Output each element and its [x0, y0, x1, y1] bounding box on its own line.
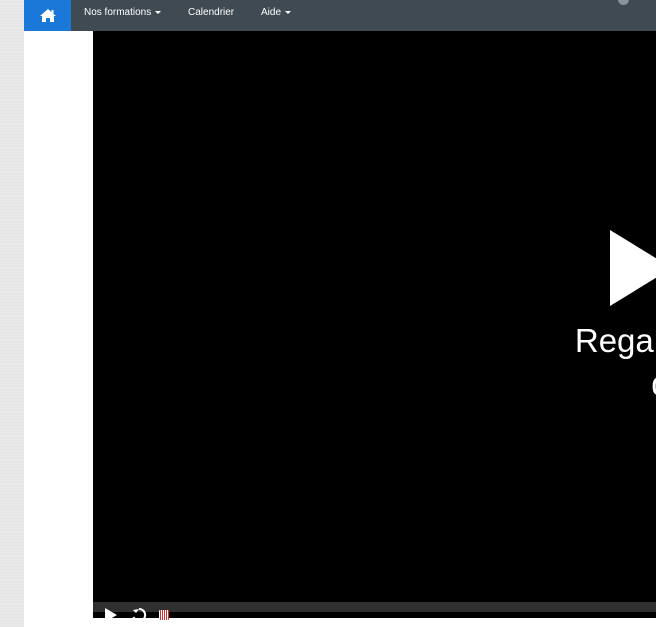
home-icon — [39, 8, 57, 23]
home-button[interactable] — [24, 0, 71, 31]
nav-item-label: Calendrier — [188, 7, 235, 18]
video-title-line-1: Regard 2 - St — [574, 322, 656, 359]
nav-item-label: Aide — [261, 7, 282, 18]
top-navbar: Nos formations Calendrier Aide — [24, 0, 656, 31]
avatar[interactable] — [618, 0, 629, 5]
video-controls — [93, 602, 656, 622]
volume-icon[interactable] — [159, 610, 169, 620]
nav-item-aide[interactable]: Aide — [261, 0, 292, 31]
progress-bar[interactable] — [93, 602, 656, 612]
caret-down-icon — [285, 11, 292, 14]
nav-item-formations[interactable]: Nos formations — [84, 0, 162, 31]
caret-down-icon — [155, 11, 162, 14]
video-player[interactable]: Regard 2 - St donn — [93, 31, 656, 618]
play-icon[interactable] — [105, 608, 117, 622]
play-icon[interactable] — [610, 230, 656, 306]
nav-item-calendrier[interactable]: Calendrier — [188, 0, 234, 31]
video-title: Regard 2 - St donn — [473, 319, 656, 405]
nav-item-label: Nos formations — [84, 7, 152, 18]
replay-icon[interactable] — [131, 607, 147, 623]
video-title-line-2: donn — [473, 362, 656, 405]
